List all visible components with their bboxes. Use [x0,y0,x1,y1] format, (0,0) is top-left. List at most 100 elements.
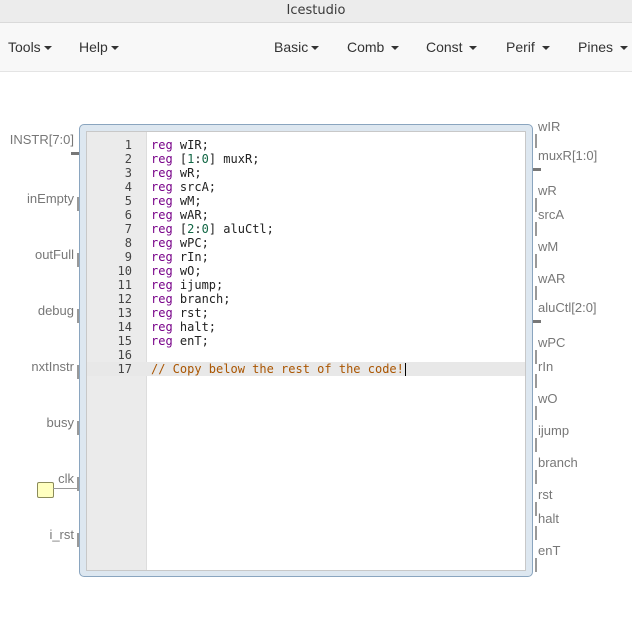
line-number: 5 [124,194,132,208]
caret-down-icon [43,46,52,51]
output-port-label: rIn [538,359,554,374]
code-text-segment: wO; [172,264,202,278]
code-line[interactable]: 1 reg wIR; [87,138,525,152]
output-port-label: aluCtl[2:0] [538,300,597,315]
line-number: 3 [124,166,132,180]
code-editor[interactable]: 1 reg wIR; 2 reg [1:0] muxR; 3 reg wR; 4 reg sr… [86,131,526,571]
code-text-segment: wM; [172,194,202,208]
caret-down-icon [110,46,119,51]
caret-down-icon [619,46,628,51]
clock-icon [37,482,54,498]
input-port-label: debug [37,303,74,318]
code-content[interactable]: 1 reg wIR; 2 reg [1:0] muxR; 3 reg wR; 4 reg sr… [87,138,525,376]
code-text-segment: srcA; [172,180,217,194]
output-pin[interactable] [535,470,537,484]
output-pin[interactable] [535,374,537,388]
code-text-segment: halt; [172,320,217,334]
code-text: reg wR; [151,166,202,180]
menu-tools[interactable]: Tools [8,23,52,71]
code-text: reg [1:0] muxR; [151,152,259,166]
code-keyword: reg [151,180,173,194]
output-port-label: wR [538,183,557,198]
line-number: 1 [124,138,132,152]
text-cursor [404,363,406,376]
input-bus-stub[interactable] [71,152,79,155]
code-text: reg branch; [151,292,230,306]
code-line[interactable]: 6 reg wAR; [87,208,525,222]
output-pin[interactable] [535,526,537,540]
code-text: reg rst; [151,306,209,320]
menubar: Tools Help Basic Comb Const Perif Pines [0,23,632,72]
menu-help-label: Help [79,39,108,55]
menu-pines[interactable]: Pines [578,23,628,71]
line-number: 9 [124,250,132,264]
input-port-label: i_rst [49,527,74,542]
code-text: reg rIn; [151,250,209,264]
input-port-label: nxtInstr [31,359,74,374]
code-keyword: reg [151,264,173,278]
code-line[interactable]: 13 reg rst; [87,306,525,320]
output-pin[interactable] [535,502,537,516]
code-line[interactable]: 4 reg srcA; [87,180,525,194]
output-pin[interactable] [535,558,537,572]
line-number: 2 [124,152,132,166]
code-line[interactable]: 16 [87,348,525,362]
code-line[interactable]: 5 reg wM; [87,194,525,208]
code-line[interactable]: 8 reg wPC; [87,236,525,250]
output-port-label: wO [538,391,558,406]
output-pin[interactable] [535,438,537,452]
line-number: 14 [117,320,132,334]
menu-comb[interactable]: Comb [347,23,400,71]
code-text: reg wO; [151,264,202,278]
code-line[interactable]: 7 reg [2:0] aluCtl; [87,222,525,236]
code-keyword: reg [151,152,173,166]
code-text: reg [2:0] aluCtl; [151,222,274,236]
input-port-label: INSTR[7:0] [9,132,74,147]
output-bus-stub[interactable] [533,168,541,171]
line-number: 10 [117,264,132,278]
output-port-label: wPC [538,335,566,350]
menu-const-label: Const [426,39,463,55]
output-port-label: wAR [538,271,566,286]
code-text-segment: wIR; [172,138,209,152]
code-text: reg wPC; [151,236,209,250]
code-text: reg wM; [151,194,202,208]
code-line[interactable]: 12 reg branch; [87,292,525,306]
code-line[interactable]: 3 reg wR; [87,166,525,180]
output-pin[interactable] [535,350,537,364]
output-pin[interactable] [535,134,537,148]
code-line-active[interactable]: 17 // Copy below the rest of the code! [87,362,525,376]
code-line[interactable]: 14 reg halt; [87,320,525,334]
code-text: reg wIR; [151,138,209,152]
code-text-segment: ] aluCtl; [208,222,274,236]
output-pin[interactable] [535,222,537,236]
code-block[interactable]: 1 reg wIR; 2 reg [1:0] muxR; 3 reg wR; 4 reg sr… [79,124,533,577]
output-pin[interactable] [535,198,537,212]
menu-tools-label: Tools [8,39,41,55]
menu-help[interactable]: Help [79,23,119,71]
code-line[interactable]: 2 reg [1:0] muxR; [87,152,525,166]
code-text-segment: ijump; [172,278,224,292]
code-line[interactable]: 15 reg enT; [87,334,525,348]
output-pin[interactable] [535,406,537,420]
output-bus-stub[interactable] [533,320,541,323]
menu-const[interactable]: Const [426,23,478,71]
menu-basic[interactable]: Basic [274,23,320,71]
caret-down-icon [391,46,400,51]
output-pin[interactable] [535,286,537,300]
code-line[interactable]: 9 reg rIn; [87,250,525,264]
code-text-segment: wAR; [172,208,209,222]
output-pin[interactable] [535,254,537,268]
line-number: 6 [124,208,132,222]
line-number: 4 [124,180,132,194]
line-number: 17 [117,362,132,376]
code-line[interactable]: 11 reg ijump; [87,278,525,292]
code-keyword: reg [151,250,173,264]
menu-perif[interactable]: Perif [506,23,550,71]
menu-perif-label: Perif [506,39,535,55]
code-number: 0 [201,222,209,236]
line-number: 13 [117,306,132,320]
output-port-label: srcA [538,207,564,222]
code-line[interactable]: 10 reg wO; [87,264,525,278]
code-text: reg ijump; [151,278,223,292]
